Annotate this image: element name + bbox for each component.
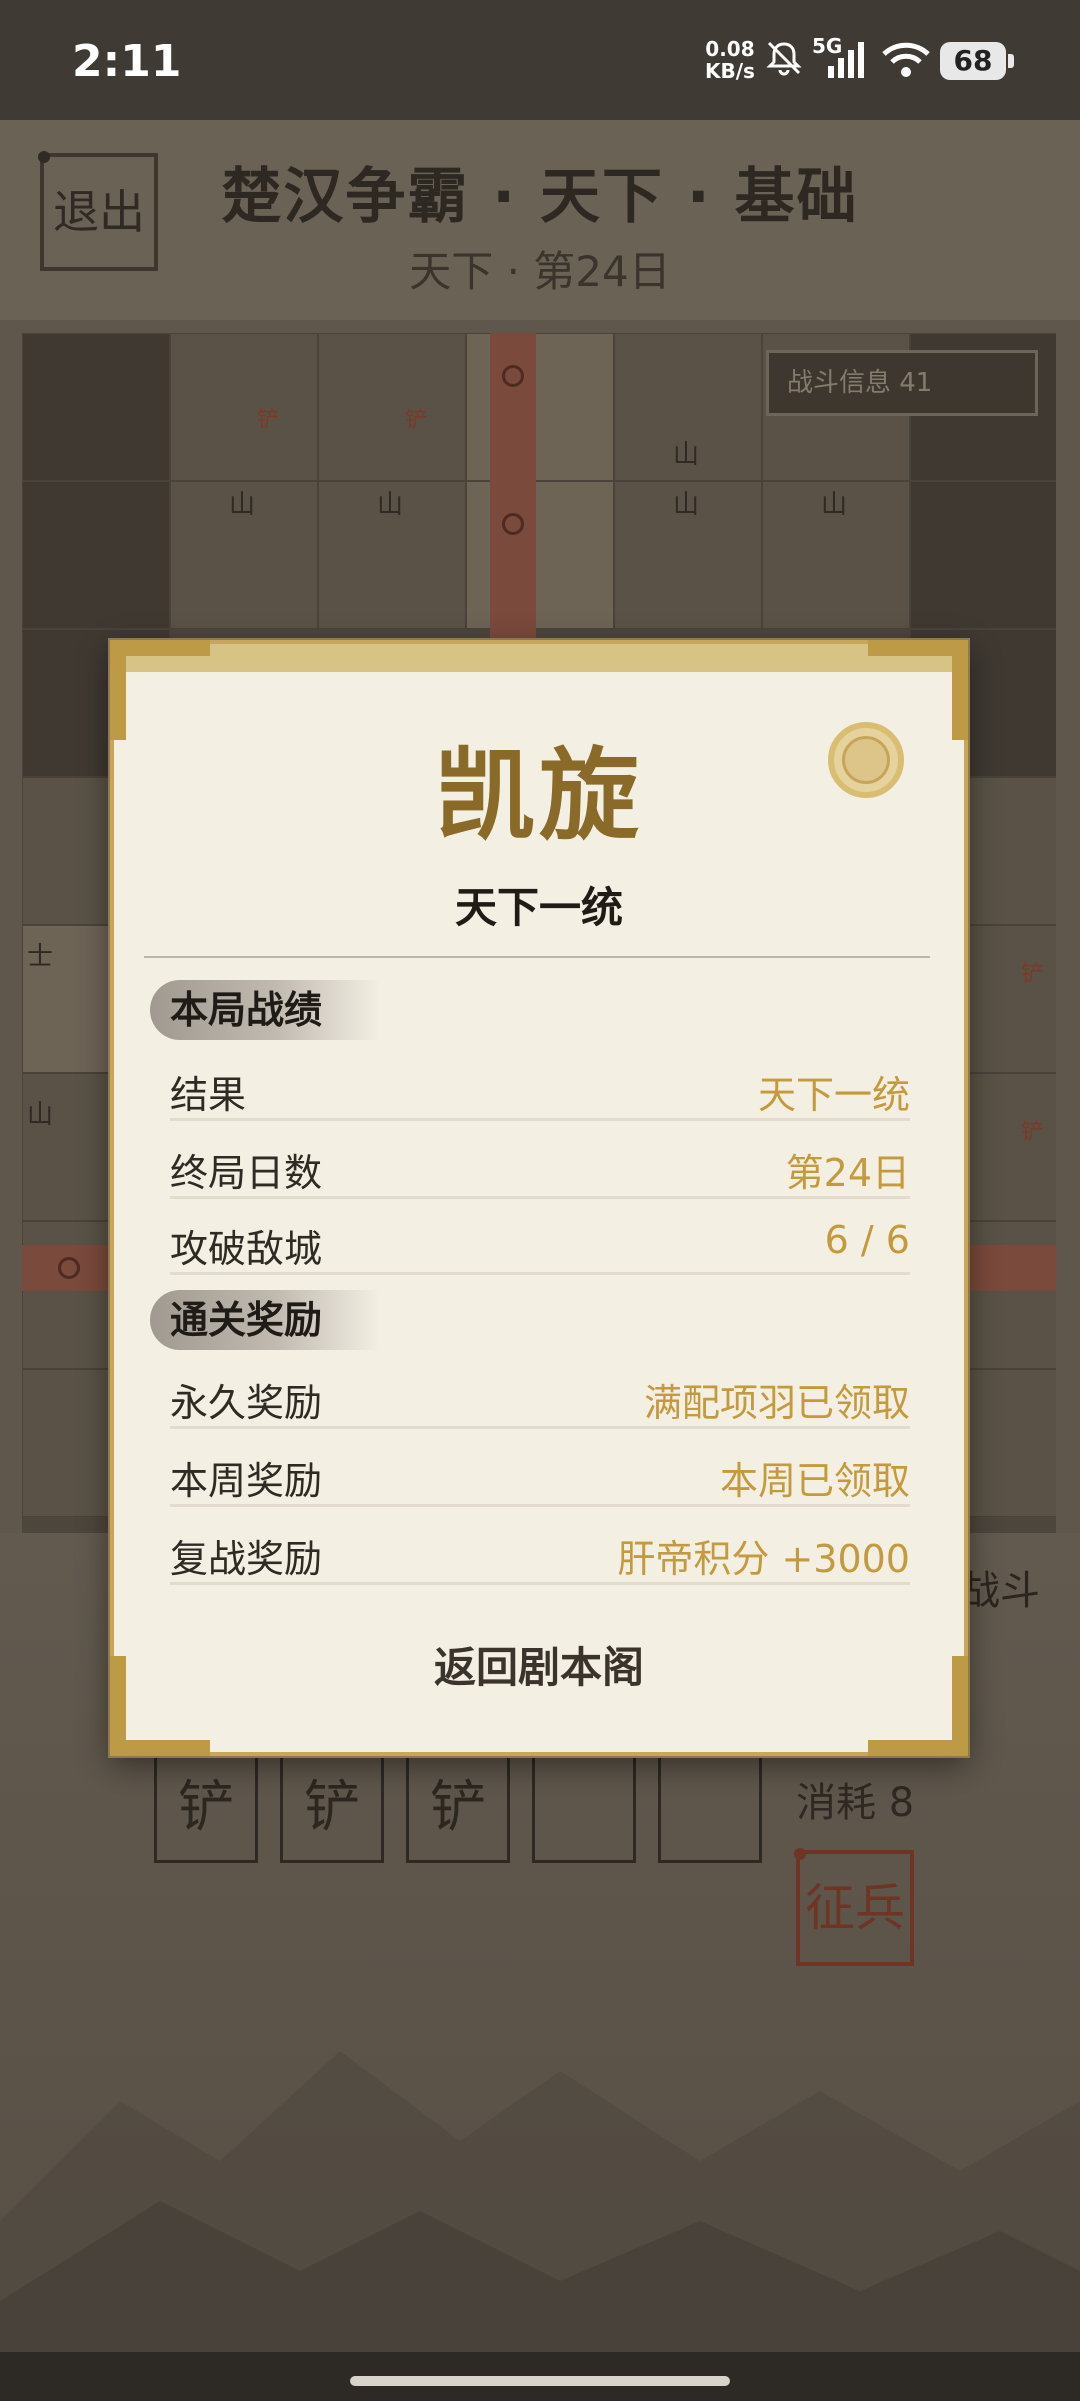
dialog-top-band (114, 644, 964, 672)
reward-row: 永久奖励 满配项羽已领取 (170, 1368, 910, 1429)
unit-slot[interactable]: 铲 (154, 1755, 258, 1863)
page-subtitle: 天下 · 第24日 (409, 247, 671, 296)
map-tile[interactable] (466, 333, 614, 481)
unit-slot-empty[interactable] (532, 1755, 636, 1863)
mountain-marker: 山 (27, 1100, 54, 1130)
seal-medal-icon (828, 722, 904, 798)
section-heading-rewards: 通关奖励 (150, 1290, 380, 1350)
stat-value: 6 / 6 (824, 1218, 910, 1262)
mountain-marker: 山 (673, 490, 700, 520)
map-tile[interactable]: 山 (614, 333, 762, 481)
status-time: 2:11 (72, 36, 182, 87)
recruit-button[interactable]: 征兵 (794, 1848, 914, 1966)
unit-slot-empty[interactable] (658, 1755, 762, 1863)
dialog-corner-ornament (110, 640, 210, 656)
reward-row: 复战奖励 肝帝积分 +3000 (170, 1524, 910, 1585)
recruit-cost: 消耗 8 (796, 1780, 915, 1826)
stat-label: 结果 (170, 1073, 247, 1117)
dialog-corner-ornament (868, 640, 968, 656)
game-header: 退出 楚汉争霸 · 天下 · 基础 天下 · 第24日 (0, 120, 1080, 320)
map-tile[interactable]: 铲 (318, 333, 466, 481)
divider (144, 956, 930, 958)
stat-row: 终局日数 第24日 (170, 1138, 910, 1199)
map-tile[interactable]: 山 (318, 481, 466, 629)
battle-info-panel[interactable]: 战斗信息 41 (766, 350, 1038, 416)
road-node (502, 513, 524, 535)
recruit-button-label: 征兵 (805, 1879, 905, 1937)
road-node (58, 1257, 80, 1279)
soldier-marker: 士 (27, 942, 54, 972)
corner-dot (794, 1848, 806, 1860)
reward-value: 本周已领取 (719, 1459, 910, 1503)
mountain-landscape-decoration (0, 2051, 1080, 2401)
mute-bell-icon (766, 41, 802, 76)
shovel-marker: 铲 (1021, 1120, 1044, 1145)
mountain-marker: 山 (821, 490, 848, 520)
network-speed-value: 0.08 (705, 37, 755, 61)
page-title: 楚汉争霸 · 天下 · 基础 (221, 162, 859, 232)
stat-value: 天下一统 (757, 1073, 910, 1117)
network-speed-unit: KB/s (705, 59, 755, 83)
reward-row: 本周奖励 本周已领取 (170, 1446, 910, 1507)
stat-label: 攻破敌城 (170, 1227, 323, 1271)
reward-value: 满配项羽已领取 (643, 1381, 910, 1425)
dialog-subtitle: 天下一统 (454, 883, 623, 932)
map-tile[interactable] (22, 333, 170, 481)
dialog-corner-ornament (868, 1740, 968, 1756)
shovel-marker: 铲 (1021, 962, 1044, 987)
road-node (502, 365, 524, 387)
map-tile[interactable]: 铲 (170, 333, 318, 481)
reward-label: 复战奖励 (170, 1537, 323, 1581)
network-speed: 0.08 KB/s (705, 38, 755, 82)
dialog-corner-ornament (110, 1740, 210, 1756)
map-tile[interactable]: 山 (170, 481, 318, 629)
section-heading-results: 本局战绩 (150, 980, 380, 1040)
map-tile[interactable] (22, 481, 170, 629)
map-tile[interactable] (466, 481, 614, 629)
shovel-marker: 铲 (257, 408, 280, 433)
map-tile[interactable]: 山 (762, 481, 910, 629)
stat-value: 第24日 (785, 1151, 910, 1195)
stat-row: 结果 天下一统 (170, 1060, 910, 1121)
shovel-marker: 铲 (405, 408, 428, 433)
stat-label: 终局日数 (170, 1151, 323, 1195)
reward-value: 肝帝积分 +3000 (617, 1537, 910, 1581)
mountain-marker: 山 (673, 440, 700, 470)
signal-bars-icon (828, 42, 864, 78)
auto-battle-label[interactable]: 战斗 (960, 1558, 1040, 1616)
battery-indicator: 68 (940, 42, 1014, 80)
mountain-marker: 山 (229, 490, 256, 520)
home-gesture-bar[interactable] (350, 2376, 730, 2386)
reward-label: 本周奖励 (170, 1459, 323, 1503)
unit-slot[interactable]: 铲 (280, 1755, 384, 1863)
unit-slot[interactable]: 铲 (406, 1755, 510, 1863)
victory-dialog: 凯旋 天下一统 本局战绩 结果 天下一统 终局日数 第24日 攻破敌城 6 / … (110, 640, 968, 1756)
stat-row: 攻破敌城 6 / 6 (170, 1214, 910, 1275)
reward-label: 永久奖励 (170, 1381, 323, 1425)
return-to-scripts-button[interactable]: 返回剧本阁 (114, 1634, 964, 1695)
status-bar: 2:11 0.08 KB/s 5G 68 (0, 0, 1080, 120)
map-tile[interactable] (910, 481, 1056, 629)
mountain-marker: 山 (377, 490, 404, 520)
wifi-icon (882, 42, 930, 77)
map-tile[interactable]: 山 (614, 481, 762, 629)
